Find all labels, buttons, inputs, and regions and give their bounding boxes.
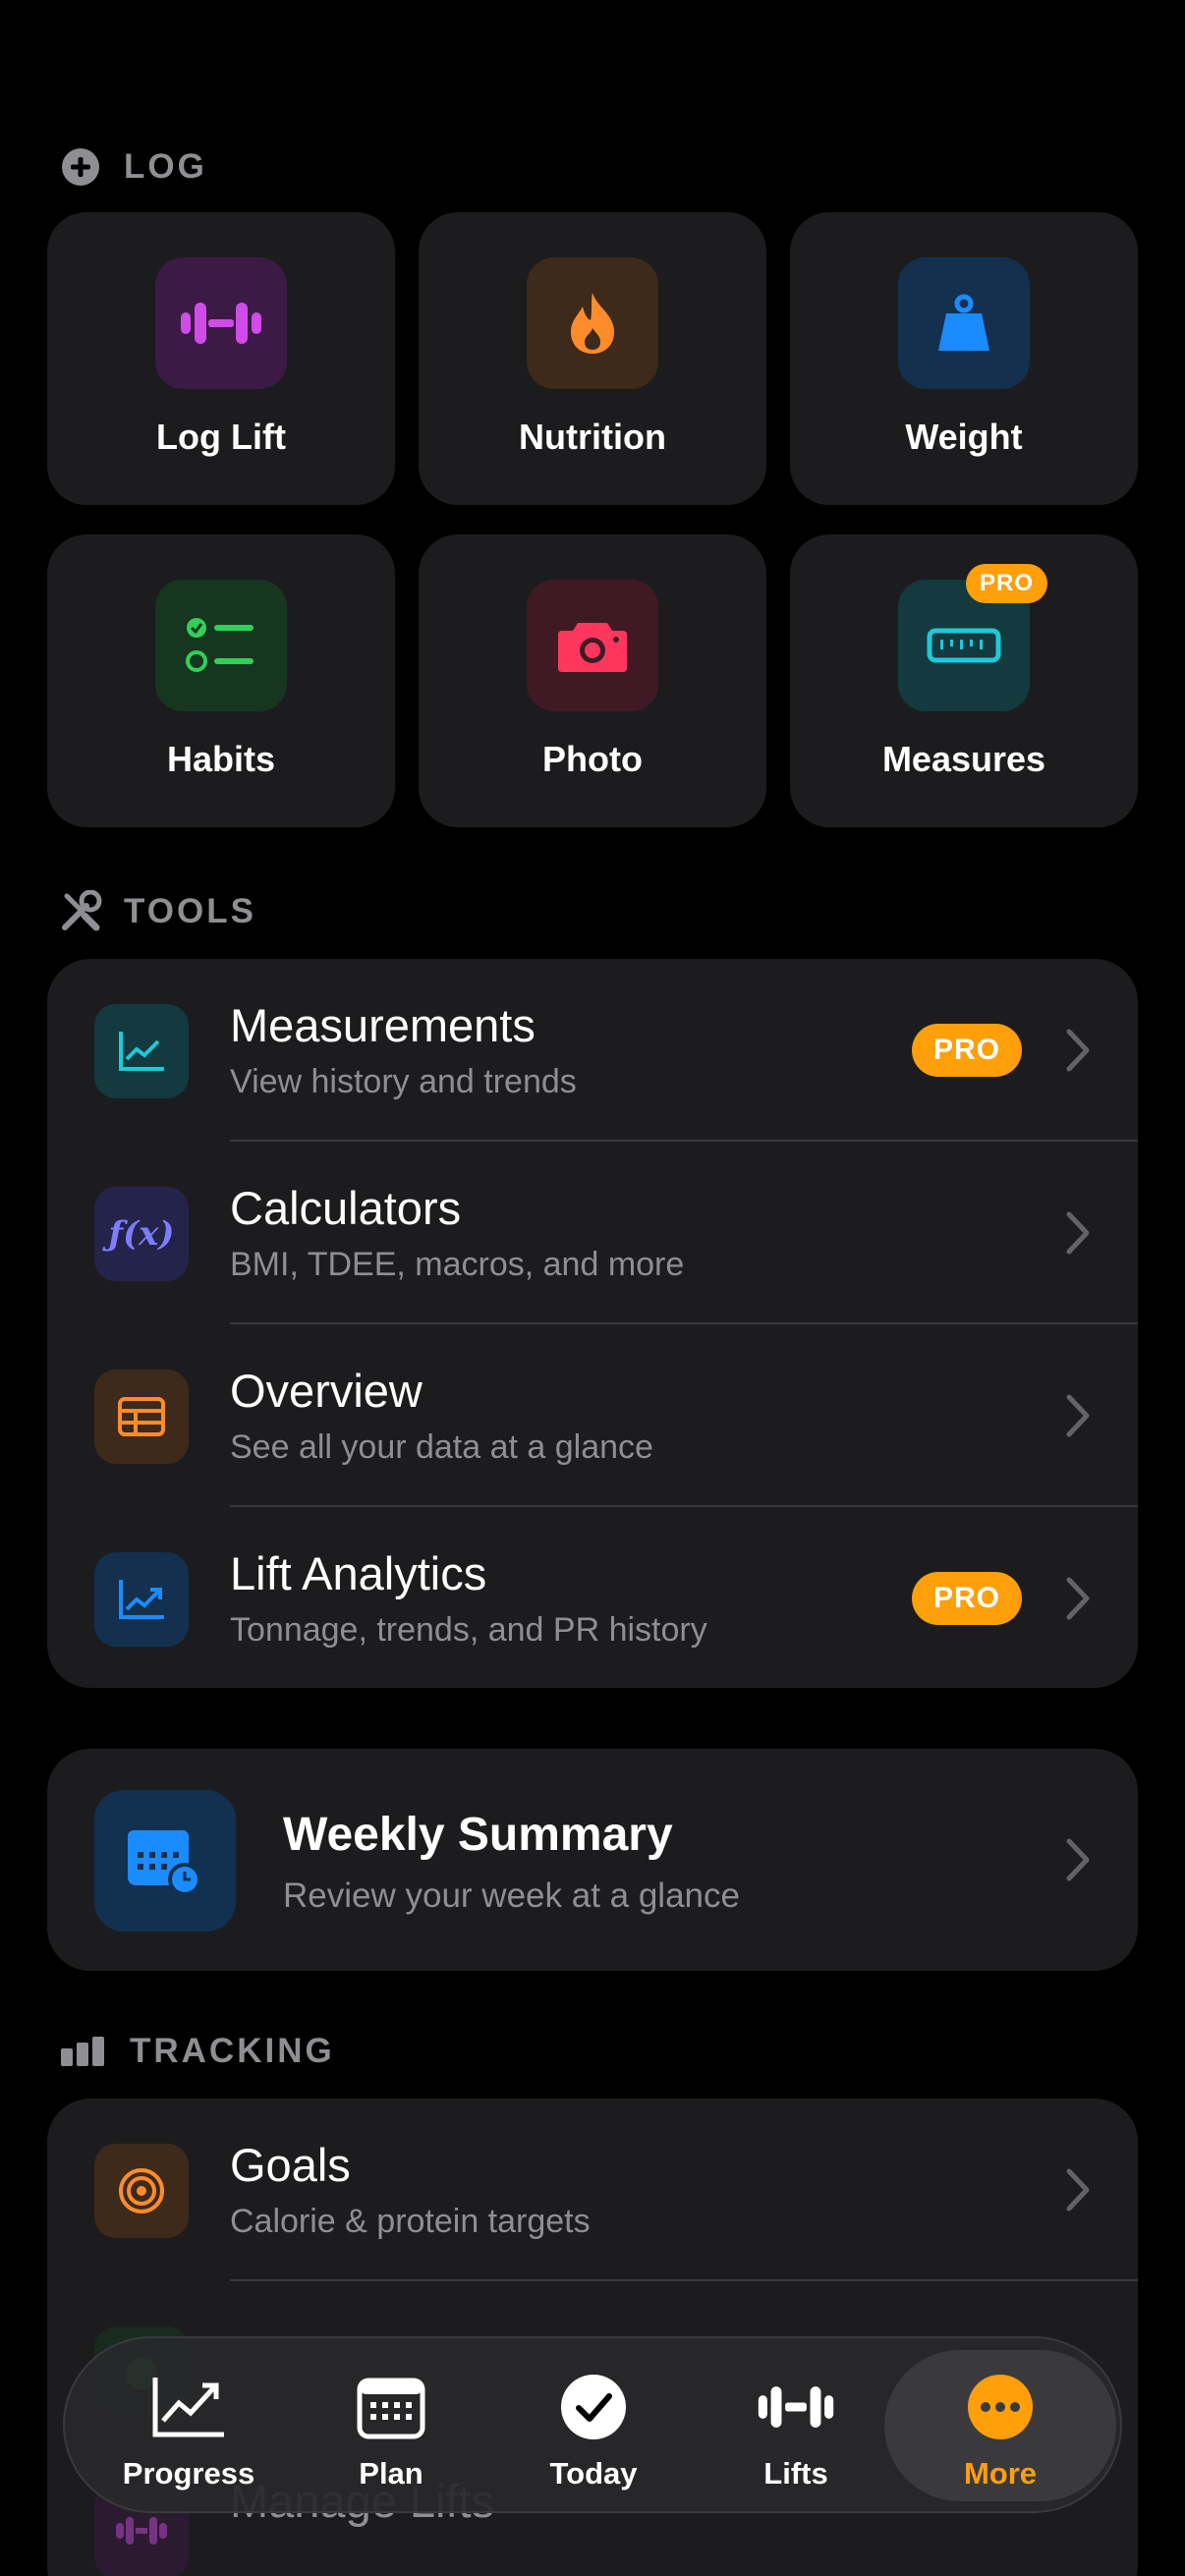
nutrition-tile[interactable]: Nutrition <box>419 212 766 505</box>
tools-section-header: TOOLS <box>59 890 256 933</box>
tab-label: Progress <box>122 2456 255 2491</box>
tools-section-label: TOOLS <box>124 892 256 930</box>
measures-tile[interactable]: PRO Measures <box>790 534 1138 827</box>
plus-circle-icon <box>59 145 102 189</box>
weight-tile[interactable]: Weight <box>790 212 1138 505</box>
tools-row-calculators[interactable]: ƒ(x) Calculators BMI, TDEE, macros, and … <box>47 1142 1138 1324</box>
dumbbell-icon <box>757 2372 835 2442</box>
tracking-row-goals[interactable]: Goals Calorie & protein targets <box>47 2099 1138 2281</box>
tools-row-lift-analytics[interactable]: Lift Analytics Tonnage, trends, and PR h… <box>47 1507 1138 1688</box>
row-title: Goals <box>230 2139 351 2191</box>
function-icon: ƒ(x) <box>94 1187 189 1281</box>
line-chart-icon <box>94 1004 189 1098</box>
row-subtitle: Tonnage, trends, and PR history <box>230 1611 707 1649</box>
row-subtitle: See all your data at a glance <box>230 1428 653 1466</box>
row-title: Measurements <box>230 999 536 1051</box>
tools-row-measurements[interactable]: Measurements View history and trends PRO <box>47 959 1138 1142</box>
row-subtitle: Calorie & protein targets <box>230 2203 591 2240</box>
ellipsis-circle-icon <box>961 2372 1040 2442</box>
tab-today[interactable]: Today <box>495 2350 692 2501</box>
tab-progress[interactable]: Progress <box>90 2350 287 2501</box>
chevron-right-icon <box>1066 1211 1090 1255</box>
tab-label: Plan <box>359 2456 423 2491</box>
weekly-summary-title: Weekly Summary <box>283 1809 673 1861</box>
tab-label: Today <box>549 2456 638 2491</box>
tile-label: Nutrition <box>519 417 666 457</box>
chevron-right-icon <box>1066 1838 1090 1881</box>
tab-more[interactable]: More <box>884 2350 1116 2501</box>
weight-kettlebell-icon <box>898 257 1030 389</box>
calendar-clock-icon <box>94 1790 236 1932</box>
log-section-label: LOG <box>124 147 207 186</box>
tile-label: Photo <box>542 739 643 779</box>
photo-tile[interactable]: Photo <box>419 534 766 827</box>
tab-label: More <box>963 2456 1038 2491</box>
pro-badge: PRO <box>965 564 1047 603</box>
trend-chart-icon <box>94 1552 189 1647</box>
checklist-icon <box>155 580 287 711</box>
tracking-section-label: TRACKING <box>130 2032 335 2070</box>
function-icon-glyph: ƒ(x) <box>108 1214 175 1254</box>
row-title: Calculators <box>230 1182 462 1234</box>
log-section-header: LOG <box>59 145 207 189</box>
tab-bar: Progress Plan Today Lifts More <box>63 2336 1122 2513</box>
tab-label: Lifts <box>763 2456 828 2491</box>
row-title: Overview <box>230 1365 423 1417</box>
tracking-section-header: TRACKING <box>59 2030 335 2073</box>
tile-label: Habits <box>166 739 276 779</box>
row-subtitle: View history and trends <box>230 1063 577 1100</box>
weekly-summary-card[interactable]: Weekly Summary Review your week at a gla… <box>47 1749 1138 1971</box>
wrench-screwdriver-icon <box>59 890 102 933</box>
table-icon <box>94 1370 189 1464</box>
pro-badge: PRO <box>911 1572 1022 1625</box>
row-subtitle: BMI, TDEE, macros, and more <box>230 1246 685 1283</box>
chevron-right-icon <box>1066 1394 1090 1437</box>
calendar-icon <box>352 2372 430 2442</box>
chevron-right-icon <box>1066 1577 1090 1620</box>
flame-icon <box>527 257 658 389</box>
progress-chart-icon <box>149 2372 228 2442</box>
camera-icon <box>527 580 658 711</box>
log-lift-tile[interactable]: Log Lift <box>47 212 395 505</box>
tab-plan[interactable]: Plan <box>293 2350 489 2501</box>
weekly-summary-subtitle: Review your week at a glance <box>283 1876 740 1915</box>
tile-label: Measures <box>881 739 1046 779</box>
chevron-right-icon <box>1066 2168 1090 2212</box>
pro-badge: PRO <box>911 1024 1022 1077</box>
bar-chart-icon <box>59 2030 108 2073</box>
tile-label: Log Lift <box>156 417 286 457</box>
tile-label: Weight <box>905 417 1023 457</box>
row-title: Lift Analytics <box>230 1547 487 1599</box>
habits-tile[interactable]: Habits <box>47 534 395 827</box>
target-icon <box>94 2144 189 2238</box>
tab-lifts[interactable]: Lifts <box>698 2350 894 2501</box>
dumbbell-icon <box>155 257 287 389</box>
checkmark-circle-icon <box>554 2372 633 2442</box>
tools-row-overview[interactable]: Overview See all your data at a glance <box>47 1324 1138 1507</box>
chevron-right-icon <box>1066 1029 1090 1072</box>
tools-card: Measurements View history and trends PRO… <box>47 959 1138 1688</box>
